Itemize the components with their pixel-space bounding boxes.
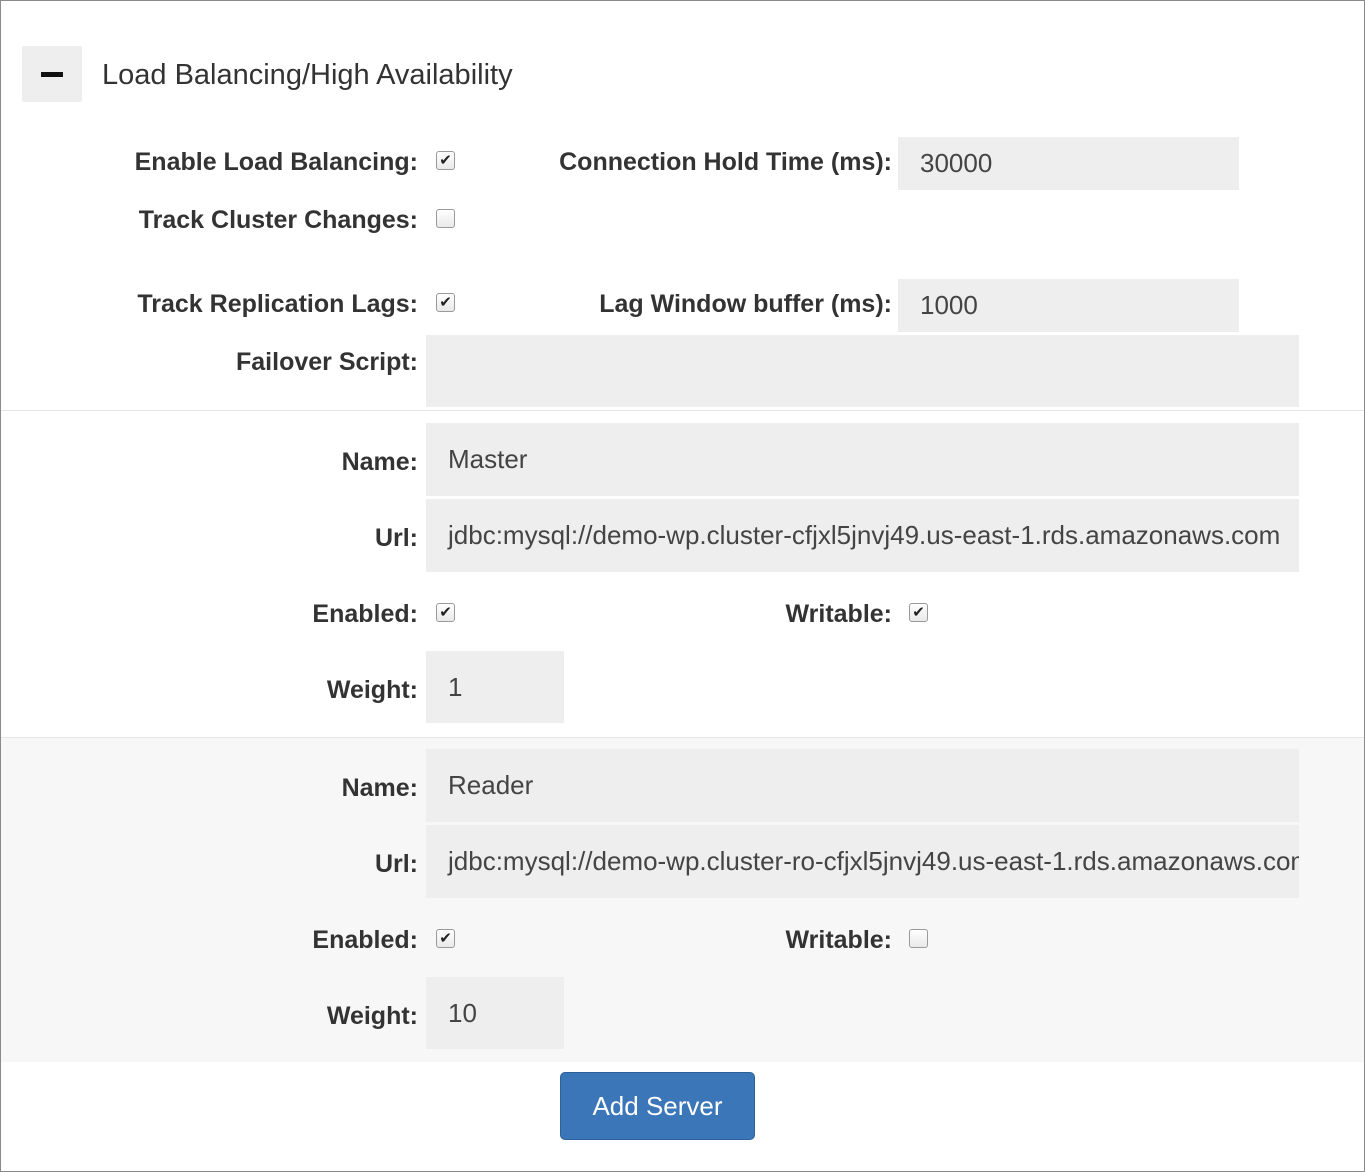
track-cluster-changes-label: Track Cluster Changes: (138, 206, 418, 234)
server-name-label: Name: (341, 448, 418, 476)
server-writable-label: Writable: (785, 600, 893, 628)
server-url-label: Url: (374, 850, 418, 878)
server-enabled-label: Enabled: (312, 926, 418, 954)
server-weight-input[interactable]: 10 (426, 977, 564, 1049)
server-enabled-checkbox[interactable]: ✔ (436, 929, 455, 948)
failover-script-input[interactable] (426, 335, 1299, 407)
failover-script-label: Failover Script: (236, 348, 418, 376)
server-url-input[interactable]: jdbc:mysql://demo-wp.cluster-ro-cfjxl5jn… (426, 825, 1299, 898)
collapse-button[interactable] (22, 46, 82, 102)
server-writable-checkbox[interactable]: ✔ (909, 603, 928, 622)
section-divider (1, 410, 1364, 411)
server-name-input[interactable]: Master (426, 423, 1299, 496)
server-enabled-label: Enabled: (312, 600, 418, 628)
connection-hold-time-input[interactable]: 30000 (898, 137, 1239, 190)
add-server-button[interactable]: Add Server (560, 1072, 755, 1140)
server-url-label: Url: (374, 524, 418, 552)
track-cluster-changes-checkbox[interactable] (436, 209, 455, 228)
server-weight-label: Weight: (326, 676, 418, 704)
server-name-input[interactable]: Reader (426, 749, 1299, 822)
lag-window-buffer-label: Lag Window buffer (ms): (599, 290, 892, 318)
section-title: Load Balancing/High Availability (102, 59, 513, 91)
enable-load-balancing-checkbox[interactable]: ✔ (436, 151, 455, 170)
lag-window-buffer-input[interactable]: 1000 (898, 279, 1239, 332)
server-writable-checkbox[interactable] (909, 929, 928, 948)
server-url-input[interactable]: jdbc:mysql://demo-wp.cluster-cfjxl5jnvj4… (426, 499, 1299, 572)
track-replication-lags-checkbox[interactable]: ✔ (436, 293, 455, 312)
server-enabled-checkbox[interactable]: ✔ (436, 603, 455, 622)
server-weight-label: Weight: (326, 1002, 418, 1030)
minus-icon (41, 71, 63, 77)
server-writable-label: Writable: (785, 926, 893, 954)
track-replication-lags-label: Track Replication Lags: (137, 290, 418, 318)
settings-panel: Load Balancing/High Availability Enable … (0, 0, 1365, 1172)
enable-load-balancing-label: Enable Load Balancing: (134, 148, 418, 176)
server-name-label: Name: (341, 774, 418, 802)
connection-hold-time-label: Connection Hold Time (ms): (559, 148, 892, 176)
server-weight-input[interactable]: 1 (426, 651, 564, 723)
